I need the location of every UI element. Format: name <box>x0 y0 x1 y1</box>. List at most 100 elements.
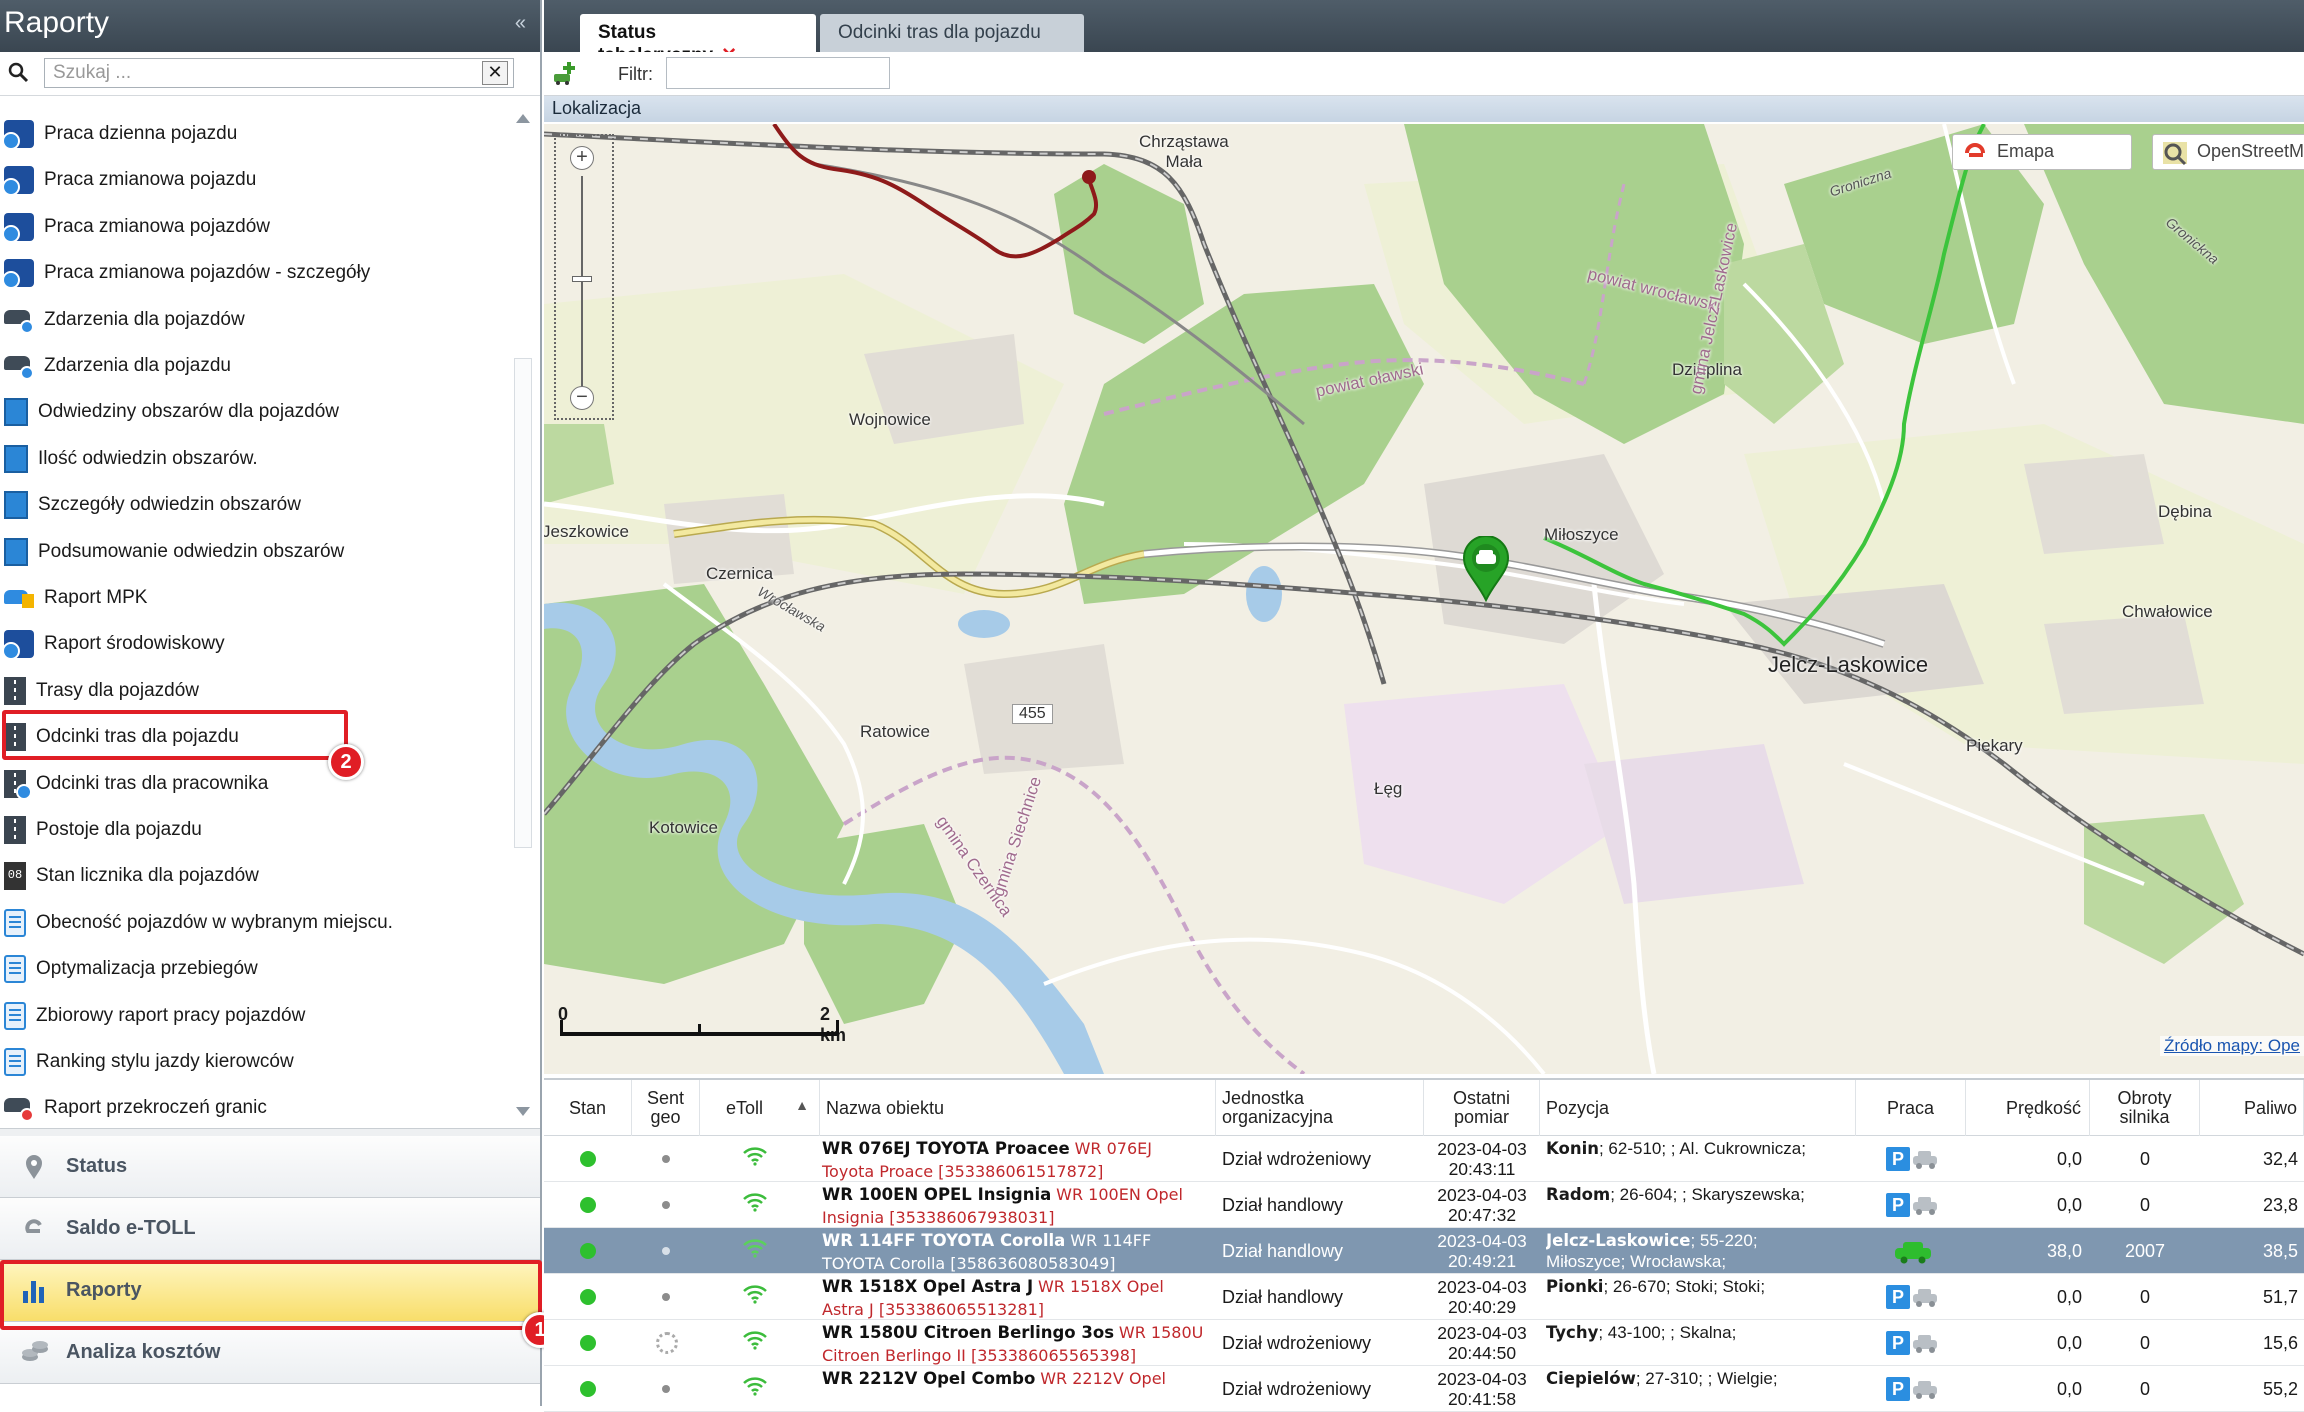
col-sent-geo[interactable]: Sent geo <box>632 1080 700 1136</box>
report-item[interactable]: Postoje dla pojazdu <box>4 810 504 850</box>
table-row[interactable]: WR 114FF TOYOTA Corolla WR 114FF TOYOTA C… <box>544 1228 2304 1274</box>
reports-panel: Raporty « ✕ Praca dzienna pojazdu Praca z… <box>0 0 558 1406</box>
add-object-icon[interactable] <box>552 60 578 86</box>
col-paliwo[interactable]: Paliwo <box>2200 1080 2304 1136</box>
area-icon <box>4 444 28 473</box>
document-report-icon <box>4 908 26 937</box>
annotation-highlight-report <box>2 710 348 760</box>
zoom-in-button[interactable]: + <box>570 146 594 170</box>
table-row[interactable]: WR 100EN OPEL Insignia WR 100EN Opel Insi… <box>544 1182 2304 1228</box>
report-item[interactable]: Raport przekroczeń granic <box>4 1088 504 1128</box>
col-predkosc[interactable]: Prędkość <box>1966 1080 2090 1136</box>
map-attribution-link[interactable]: Źródło mapy: Ope <box>2159 1036 2304 1056</box>
measurement-time: 20:43:11 <box>1448 1159 1516 1179</box>
report-item[interactable]: Ilość odwiedzin obszarów. <box>4 439 504 479</box>
report-item[interactable]: Odcinki tras dla pracownika <box>4 764 504 804</box>
position-details: ; 62-510; ; Al. Cukrownicza; <box>1598 1139 1806 1158</box>
col-pozycja[interactable]: Pozycja <box>1540 1080 1856 1136</box>
scroll-up-icon[interactable] <box>516 114 530 123</box>
clear-search-button[interactable]: ✕ <box>482 61 508 85</box>
report-item-label: Odwiedziny obszarów dla pojazdów <box>38 401 339 423</box>
collapse-panel-icon[interactable]: « <box>515 12 526 35</box>
search-input[interactable] <box>44 58 514 88</box>
col-ostatni-pomiar[interactable]: Ostatni pomiar <box>1424 1080 1540 1136</box>
module-nav: Status Saldo e-TOLL Raporty Analiza kosztów <box>0 1128 540 1384</box>
fuel-cell: 55,2 <box>2262 1378 2298 1399</box>
nav-status[interactable]: Status <box>0 1136 540 1198</box>
object-device: Citroen Berlingo II [353386065565398] <box>822 1346 1137 1365</box>
scroll-thumb[interactable] <box>514 358 532 848</box>
col-etoll[interactable]: eToll ▲ <box>700 1080 820 1136</box>
col-etoll-label: eToll <box>725 1097 764 1118</box>
report-item[interactable]: Ranking stylu jazdy kierowców <box>4 1042 504 1082</box>
osm-logo-icon <box>2163 142 2187 166</box>
scroll-down-icon[interactable] <box>516 1107 530 1116</box>
map-place-label: Miłoszyce <box>1544 525 1619 544</box>
main-area: Status tabelaryczny✕ Odcinki tras dla po… <box>544 0 2304 1412</box>
report-item[interactable]: Praca dzienna pojazdu <box>2 114 504 154</box>
col-nazwa-obiektu[interactable]: Nazwa obiektu <box>820 1080 1216 1136</box>
report-item[interactable]: Szczegóły odwiedzin obszarów <box>4 485 504 525</box>
report-item[interactable]: Obecność pojazdów w wybranym miejscu. <box>4 903 504 943</box>
measurement-date: 2023-04-03 <box>1437 1323 1527 1343</box>
nav-saldo-e-toll[interactable]: Saldo e-TOLL <box>0 1198 540 1260</box>
tab-status-tabelaryczny[interactable]: Status tabelaryczny✕ <box>580 14 816 66</box>
report-item-label: Odcinki tras dla pracownika <box>36 772 269 794</box>
table-row[interactable]: WR 1518X Opel Astra J WR 1518X Opel Astra… <box>544 1274 2304 1320</box>
rpm-cell: 0 <box>2139 1194 2150 1215</box>
position-city: Ciepielów <box>1546 1369 1636 1388</box>
report-item[interactable]: Praca zmianowa pojazdów <box>2 207 504 247</box>
nav-analiza-koszt-w[interactable]: Analiza kosztów <box>0 1322 540 1384</box>
osm-layer-button[interactable]: OpenStreetMap <box>2152 134 2304 170</box>
report-item[interactable]: Praca zmianowa pojazdu <box>2 160 504 200</box>
report-list-scrollbar[interactable] <box>512 108 534 1124</box>
col-praca[interactable]: Praca <box>1856 1080 1966 1136</box>
report-item[interactable]: Podsumowanie odwiedzin obszarów <box>4 532 504 572</box>
report-item[interactable]: Zdarzenia dla pojazdu <box>4 346 504 386</box>
object-device: Insignia [353386067938031] <box>822 1208 1055 1227</box>
report-item[interactable]: Zbiorowy raport pracy pojazdów <box>4 996 504 1036</box>
odometer-icon: 08 <box>4 862 26 891</box>
last-measurement-cell: 2023-04-03 20:49:21 <box>1424 1228 1540 1274</box>
report-item-label: Szczegóły odwiedzin obszarów <box>38 494 301 516</box>
table-row[interactable]: WR 1580U Citroen Berlingo 3os WR 1580U Ci… <box>544 1320 2304 1366</box>
col-jednostka[interactable]: Jednostka organizacyjna <box>1216 1080 1424 1136</box>
position-details: ; 26-604; ; Skaryszewska; <box>1610 1185 1805 1204</box>
map-view[interactable]: Chrząstawa Mała Wojnowice Jeszkowice Czerni… <box>544 124 2304 1074</box>
zoom-out-button[interactable]: − <box>570 386 594 410</box>
geo-sent-dot <box>662 1201 670 1209</box>
object-device: Astra J [353386065513281] <box>822 1300 1045 1319</box>
report-item[interactable]: 08 Stan licznika dla pojazdów <box>4 856 504 896</box>
filter-input[interactable] <box>666 57 890 89</box>
car-idle-icon <box>1913 1335 1937 1353</box>
report-item[interactable]: Raport MPK <box>4 578 504 618</box>
report-item[interactable]: Praca zmianowa pojazdów - szczegóły <box>2 253 504 293</box>
etoll-signal-icon <box>742 1320 768 1366</box>
car-idle-icon <box>1913 1381 1937 1399</box>
table-row[interactable]: WR 076EJ TOYOTA Proacee WR 076EJ Toyota P… <box>544 1136 2304 1182</box>
report-item[interactable]: Zdarzenia dla pojazdów <box>4 300 504 340</box>
col-obroty[interactable]: Obroty silnika <box>2090 1080 2200 1136</box>
zoom-slider-knob[interactable] <box>572 276 592 282</box>
report-item[interactable]: Odwiedziny obszarów dla pojazdów <box>4 392 504 432</box>
report-item-label: Praca zmianowa pojazdu <box>44 169 257 191</box>
report-item-label: Praca zmianowa pojazdów <box>44 215 271 237</box>
road-icon <box>4 676 26 705</box>
report-item[interactable]: Trasy dla pojazdów <box>4 671 504 711</box>
emapa-layer-button[interactable]: Emapa <box>1952 134 2132 170</box>
zoom-track[interactable] <box>581 176 583 388</box>
vehicle-location-pin-icon[interactable] <box>1462 536 1510 602</box>
speed-cell: 0,0 <box>2056 1378 2082 1399</box>
report-item[interactable]: Raport środowiskowy <box>2 624 504 664</box>
nav-label: Status <box>66 1155 128 1177</box>
rpm-cell: 0 <box>2139 1148 2150 1169</box>
col-stan[interactable]: Stan <box>544 1080 632 1136</box>
tab-odcinki-tras[interactable]: Odcinki tras dla pojazdu <box>820 14 1084 52</box>
object-name-cell: WR 114FF TOYOTA Corolla WR 114FF TOYOTA C… <box>822 1228 1216 1274</box>
nav-splitter[interactable] <box>0 1128 540 1136</box>
work-state-cell: P <box>1856 1182 1966 1228</box>
table-row[interactable]: WR 2212V Opel Combo WR 2212V Opel Dział w… <box>544 1366 2304 1412</box>
measurement-date: 2023-04-03 <box>1437 1185 1527 1205</box>
fuel-cell: 32,4 <box>2262 1148 2298 1169</box>
report-item[interactable]: Optymalizacja przebiegów <box>4 949 504 989</box>
